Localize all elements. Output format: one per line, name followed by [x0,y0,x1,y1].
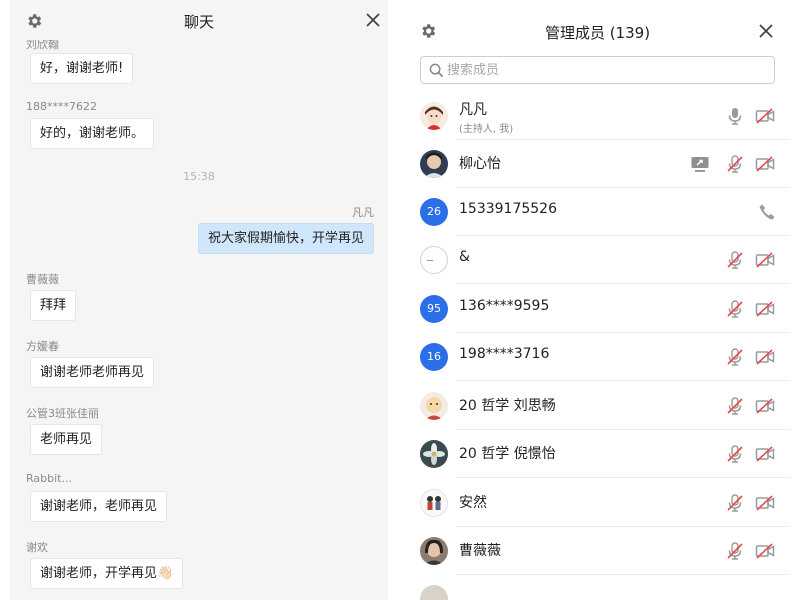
member-name: 20 哲学 倪憬怡 [459,446,556,462]
search-input[interactable] [447,59,757,81]
chat-header: 聊天 [10,0,388,40]
mic-muted-icon[interactable] [725,347,745,367]
message-bubble[interactable]: 拜拜 [30,290,77,321]
members-header: 管理成员 (139) [405,0,790,50]
camera-off-icon[interactable] [755,250,775,270]
message-bubble-self[interactable]: 祝大家假期愉快，开学再见 [197,223,374,254]
members-panel: 管理成员 (139) 凡凡 [405,0,790,600]
blank-avatar [420,246,448,274]
cartoon-avatar [420,392,448,420]
message-bubble[interactable]: 老师再见 [30,424,103,455]
member-row[interactable]: 安然 [405,479,790,527]
member-row[interactable]: 柳心怡 [405,140,790,188]
member-name: 曹薇薇 [459,543,501,559]
chat-message-list[interactable]: 刘欣翰 好，谢谢老师! 188****7622 好的，谢谢老师。 15:38 凡… [10,0,388,600]
mic-muted-icon[interactable] [725,444,745,464]
member-name: & [459,249,470,265]
message-sender: 公管3班张佳丽 [26,407,99,420]
member-search[interactable] [420,56,775,84]
message-sender: 方媛春 [26,340,59,353]
member-row[interactable]: 20 哲学 倪憬怡 [405,430,790,478]
mic-icon[interactable] [725,106,745,126]
member-name: 15339175526 [459,201,557,217]
member-name: 20 哲学 刘思畅 [459,398,556,414]
member-row[interactable]: 凡凡 (主持人, 我) [405,92,790,140]
message-bubble[interactable]: 谢谢老师，老师再见 [30,491,168,522]
message-bubble[interactable]: 谢谢老师，开学再见👋🏻 [30,558,184,589]
member-row[interactable]: 曹薇薇 [405,527,790,575]
row-divider [457,283,790,284]
message-bubble[interactable]: 谢谢老师老师再见 [30,357,155,388]
member-row[interactable]: 95 136****9595 [405,285,790,333]
camera-off-icon[interactable] [755,396,775,416]
member-name: 柳心怡 [459,156,501,172]
member-row[interactable]: 16 198****3716 [405,333,790,381]
row-divider [457,380,790,381]
member-name: 198****3716 [459,346,550,362]
mic-muted-icon[interactable] [725,493,745,513]
photo-avatar [420,585,448,600]
camera-off-icon[interactable] [755,154,775,174]
camera-off-icon[interactable] [755,299,775,319]
screen-share-icon[interactable] [690,154,710,174]
member-row[interactable]: 20 哲学 刘思畅 [405,382,790,430]
search-icon [429,63,444,78]
camera-off-icon[interactable] [755,444,775,464]
member-row[interactable]: & [405,236,790,284]
number-avatar: 26 [420,198,448,226]
message-sender: Rabbit... [26,472,72,485]
chat-title: 聊天 [183,13,214,31]
message-bubble[interactable]: 好，谢谢老师! [30,53,134,84]
row-divider [457,477,790,478]
number-avatar: 95 [420,295,448,323]
member-name: 凡凡 [459,102,487,118]
mic-muted-icon[interactable] [725,250,745,270]
photo-avatar [420,537,448,565]
message-sender: 谢欢 [26,541,48,554]
member-role: (主持人, 我) [459,124,514,135]
mic-muted-icon[interactable] [725,299,745,319]
camera-off-icon[interactable] [755,493,775,513]
camera-off-icon[interactable] [755,541,775,561]
mic-muted-icon[interactable] [725,396,745,416]
member-name: 136****9595 [459,298,550,314]
camera-off-icon[interactable] [755,347,775,367]
mic-muted-icon[interactable] [725,541,745,561]
cartoon-avatar [420,102,448,130]
members-title: 管理成员 (139) [544,24,651,42]
number-avatar: 16 [420,343,448,371]
chat-timestamp: 15:38 [183,170,215,183]
message-sender: 188****7622 [26,100,97,113]
member-row[interactable]: 26 15339175526 [405,188,790,236]
close-icon[interactable] [365,12,381,28]
screen: 刘欣翰 好，谢谢老师! 188****7622 好的，谢谢老师。 15:38 凡… [0,0,800,600]
message-sender: 曹薇薇 [26,273,59,286]
message-sender-self: 凡凡 [352,206,374,219]
chat-panel: 刘欣翰 好，谢谢老师! 188****7622 好的，谢谢老师。 15:38 凡… [10,0,388,600]
phone-icon[interactable] [757,202,777,222]
flower-avatar [420,440,448,468]
member-row-partial[interactable] [405,575,790,600]
member-name: 安然 [459,495,487,511]
photo-avatar [420,150,448,178]
mic-muted-icon[interactable] [725,154,745,174]
message-bubble[interactable]: 好的，谢谢老师。 [30,118,155,149]
camera-off-icon[interactable] [755,106,775,126]
close-icon[interactable] [758,23,774,39]
drawing-avatar [420,489,448,517]
